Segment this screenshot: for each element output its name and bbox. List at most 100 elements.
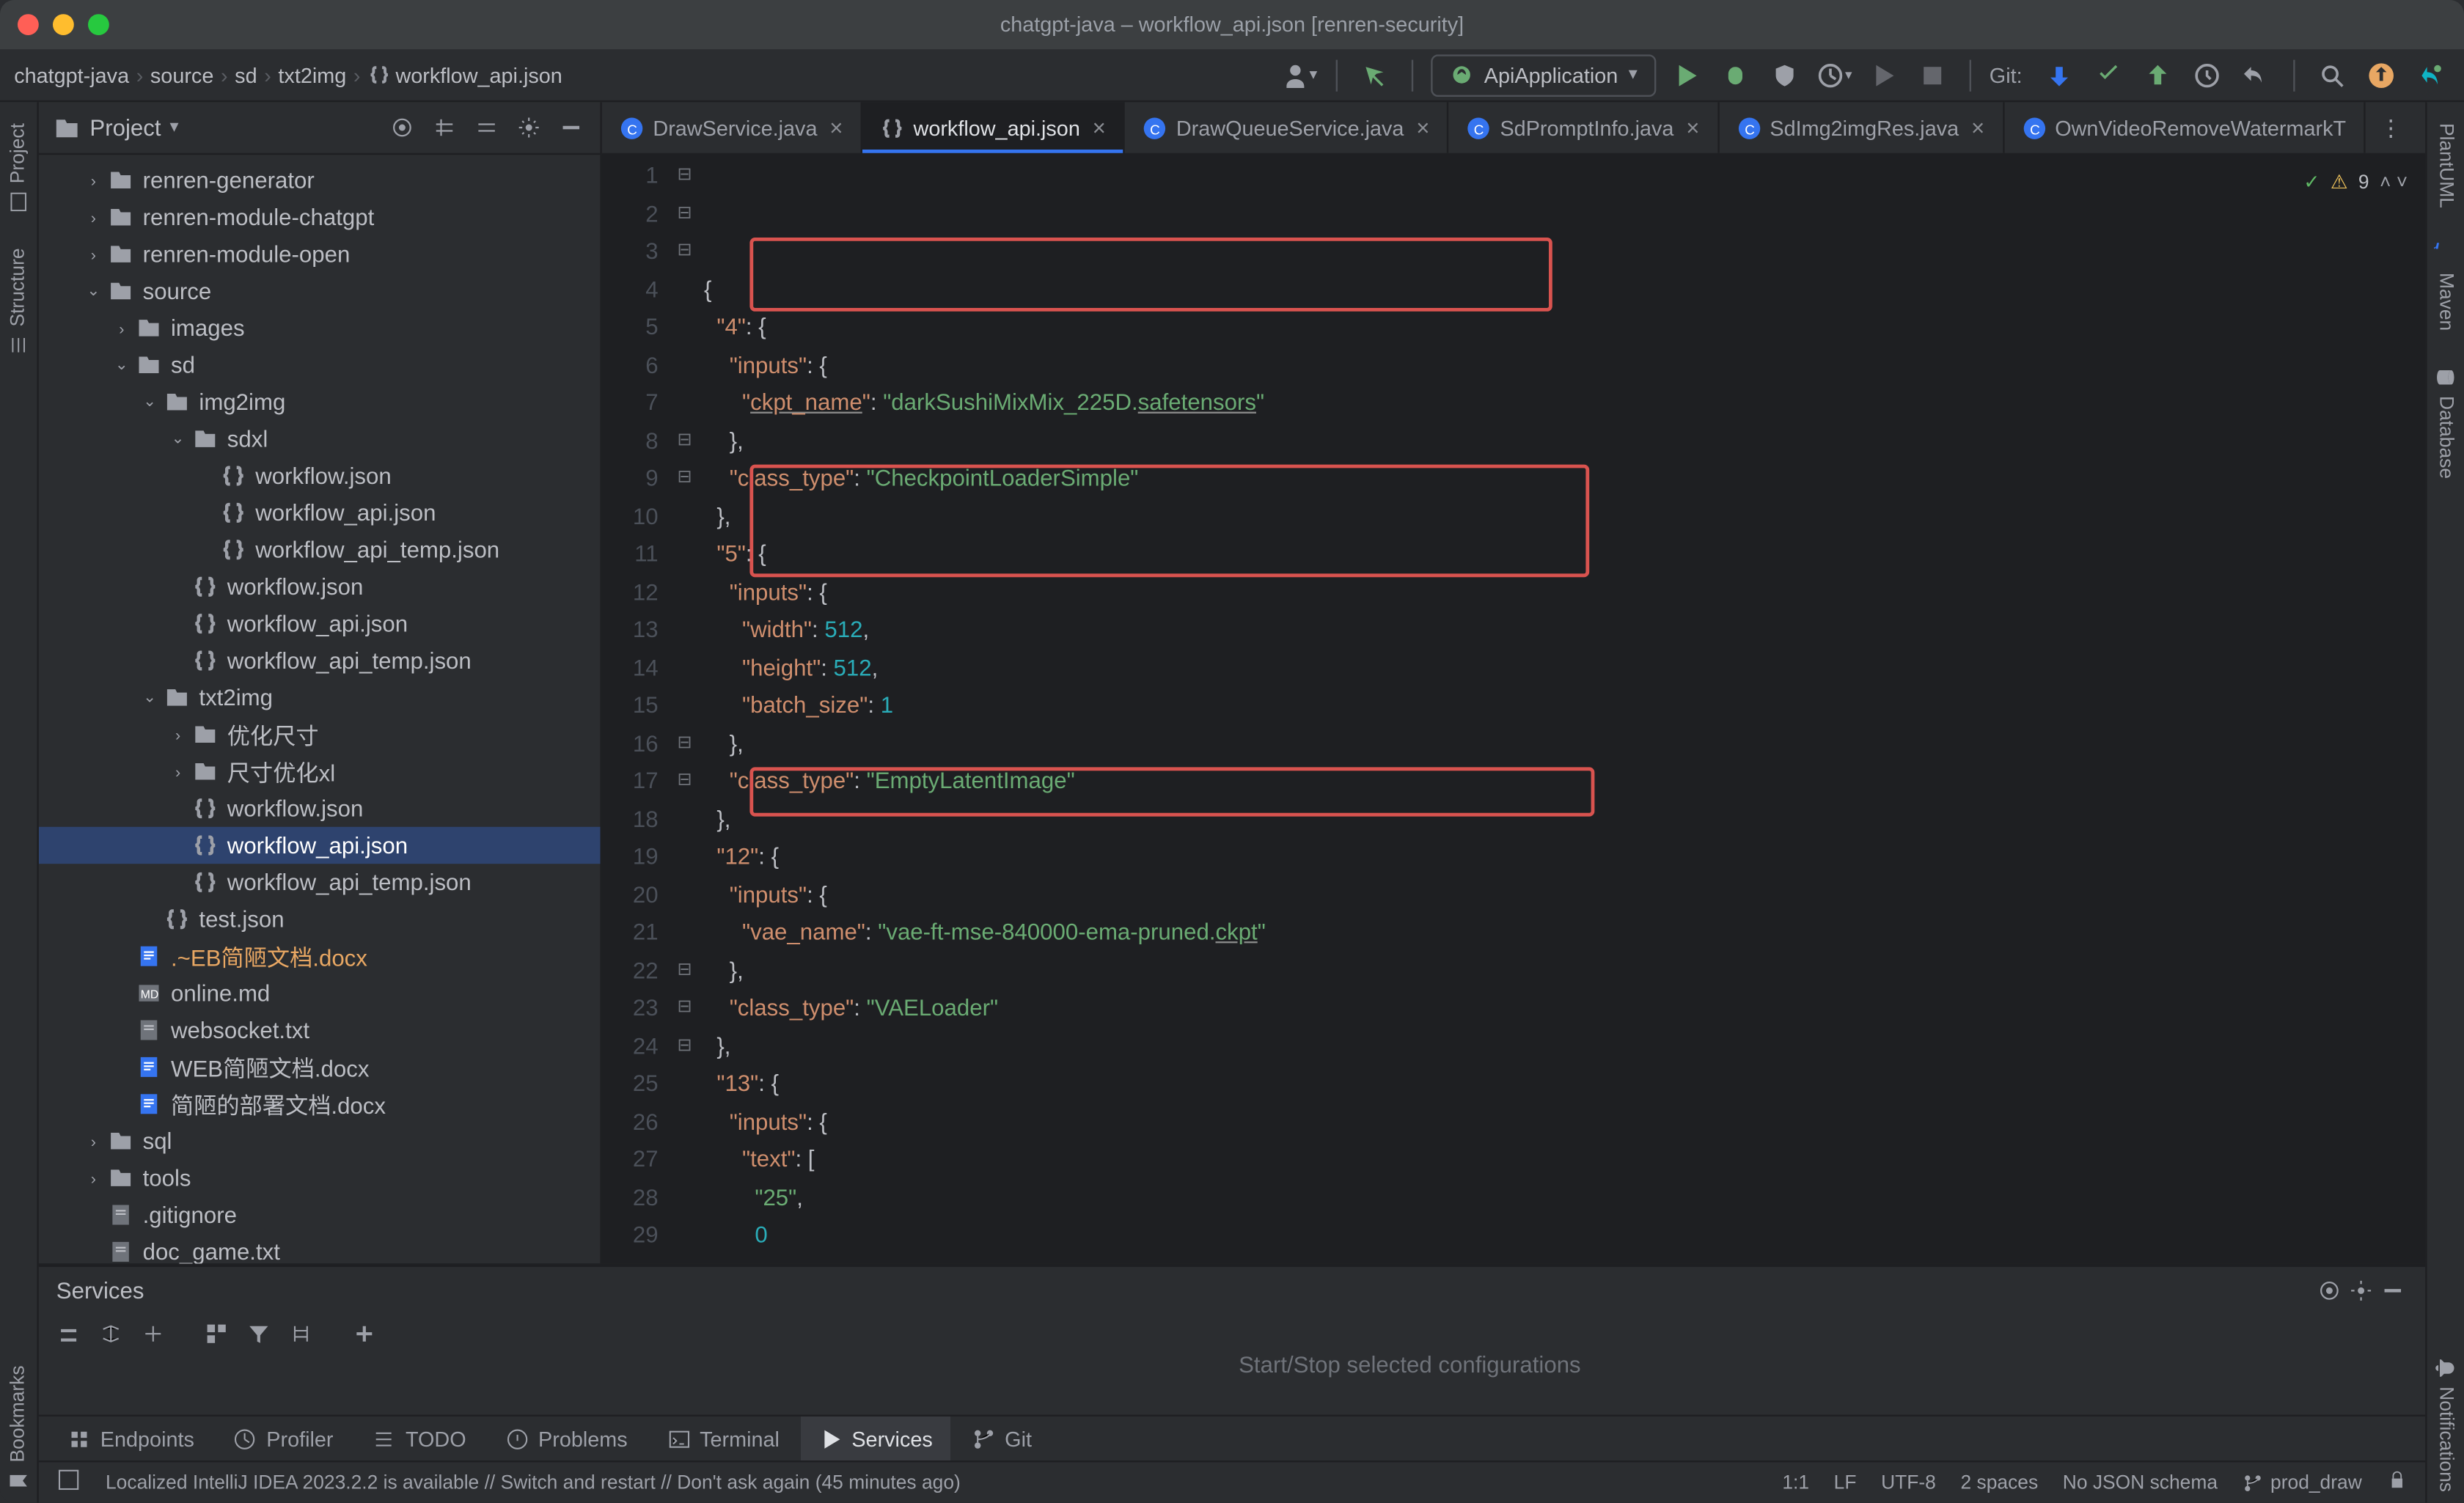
fold-marker[interactable]: ⊟: [672, 194, 697, 232]
tree-row[interactable]: ›renren-module-chatgpt: [39, 199, 601, 235]
fold-marker[interactable]: ⊟: [672, 232, 697, 271]
editor-tab[interactable]: CSdPromptInfo.java×: [1449, 102, 1719, 153]
tree-row[interactable]: ›优化尺寸: [39, 716, 601, 753]
status-message[interactable]: Localized IntelliJ IDEA 2023.2.2 is avai…: [106, 1472, 961, 1493]
services-filter-button[interactable]: [243, 1318, 274, 1350]
structure-tool-tab[interactable]: Structure: [4, 238, 34, 368]
code-area[interactable]: ✓ ⚠ 9 ˄ ˅ { "4": { "inputs": { "ckpt_nam…: [697, 155, 2425, 1263]
breadcrumbs[interactable]: chatgpt-java› source› sd› txt2img› workf…: [14, 62, 562, 87]
select-opened-file-button[interactable]: [386, 111, 417, 143]
tree-row[interactable]: ⌄source: [39, 273, 601, 309]
status-schema[interactable]: No JSON schema: [2063, 1472, 2218, 1493]
status-line-ending[interactable]: LF: [1834, 1472, 1857, 1493]
tree-row[interactable]: .~EB简陋文档.docx: [39, 938, 601, 974]
git-rollback-button[interactable]: [2237, 56, 2276, 95]
run-config-selector[interactable]: ApiApplication ▾: [1431, 54, 1657, 96]
maven-tool-tab[interactable]: mMaven: [2430, 233, 2460, 342]
status-lock-icon[interactable]: [2386, 1469, 2408, 1496]
window-minimize[interactable]: [53, 14, 74, 35]
tree-row[interactable]: workflow_api.json: [39, 494, 601, 531]
status-encoding[interactable]: UTF-8: [1881, 1472, 1936, 1493]
ide-update-button[interactable]: [2362, 56, 2401, 95]
expand-all-button[interactable]: [428, 111, 459, 143]
notifications-tool-tab[interactable]: Notifications: [2430, 1346, 2460, 1502]
git-history-button[interactable]: [2188, 56, 2226, 95]
tree-row[interactable]: workflow_api_temp.json: [39, 532, 601, 568]
tree-settings-button[interactable]: [512, 111, 543, 143]
services-add-button[interactable]: [348, 1318, 380, 1350]
tool-window-tab-problems[interactable]: Problems: [487, 1416, 645, 1460]
tree-row[interactable]: ⌄img2img: [39, 383, 601, 420]
stop-button[interactable]: [1914, 56, 1953, 95]
project-view-selector[interactable]: Project ▾: [53, 114, 179, 142]
close-tab-icon[interactable]: ×: [1686, 114, 1699, 141]
bookmarks-tool-tab[interactable]: Bookmarks: [4, 1355, 34, 1503]
search-everywhere-button[interactable]: [2313, 56, 2352, 95]
fold-marker[interactable]: ⊟: [672, 422, 697, 460]
status-git-branch[interactable]: prod_draw: [2243, 1472, 2362, 1493]
close-tab-icon[interactable]: ×: [1971, 114, 1984, 141]
code-with-me-button[interactable]: [2411, 56, 2450, 95]
tree-row[interactable]: ›renren-module-open: [39, 236, 601, 273]
services-hide-button[interactable]: [2376, 1274, 2408, 1306]
fold-marker[interactable]: ⊟: [672, 762, 697, 800]
inspection-widget[interactable]: ✓ ⚠ 9 ˄ ˅: [2303, 166, 2408, 204]
window-close[interactable]: [18, 14, 39, 35]
tabs-dropdown-icon[interactable]: ⋮: [2380, 114, 2402, 142]
tool-window-tab-terminal[interactable]: Terminal: [648, 1416, 796, 1460]
collapse-all-button[interactable]: [470, 111, 502, 143]
git-commit-button[interactable]: [2089, 56, 2128, 95]
fold-marker[interactable]: ⊟: [672, 989, 697, 1027]
tree-row[interactable]: workflow.json: [39, 457, 601, 494]
services-group-button[interactable]: [201, 1318, 232, 1350]
tool-window-tab-profiler[interactable]: Profiler: [216, 1416, 351, 1460]
fold-marker[interactable]: ⊟: [672, 1254, 697, 1263]
services-settings-button[interactable]: [2344, 1274, 2376, 1306]
tree-row[interactable]: workflow.json: [39, 790, 601, 827]
close-tab-icon[interactable]: ×: [829, 114, 843, 141]
run-coverage-button[interactable]: [1766, 56, 1805, 95]
fold-gutter[interactable]: ⊟⊟⊟⊟⊟⊟⊟⊟⊟⊟⊟: [672, 155, 697, 1263]
editor-tab[interactable]: CSdImg2imgRes.java×: [1719, 102, 2004, 153]
fold-marker[interactable]: ⊟: [672, 157, 697, 195]
plantuml-tool-tab[interactable]: PlantUML: [2432, 113, 2460, 219]
debug-button[interactable]: [1717, 56, 1756, 95]
git-update-button[interactable]: [2040, 56, 2079, 95]
breadcrumb-item[interactable]: sd: [235, 62, 257, 87]
tree-row[interactable]: ›images: [39, 309, 601, 346]
tree-row[interactable]: workflow.json: [39, 568, 601, 605]
tree-row[interactable]: test.json: [39, 901, 601, 938]
tree-row[interactable]: ⌄txt2img: [39, 679, 601, 716]
tree-row[interactable]: ›sql: [39, 1122, 601, 1159]
tree-row[interactable]: ⌄sdxl: [39, 421, 601, 457]
tree-row[interactable]: workflow_api.json: [39, 606, 601, 642]
editor-tab[interactable]: CDrawService.java×: [602, 102, 862, 153]
fold-marker[interactable]: ⊟: [672, 459, 697, 497]
tree-row[interactable]: workflow_api.json: [39, 827, 601, 864]
tool-window-tab-git[interactable]: Git: [954, 1416, 1049, 1460]
attach-button[interactable]: [1864, 56, 1903, 95]
tree-row[interactable]: doc_game.txt: [39, 1233, 601, 1263]
profiler-button[interactable]: ▾: [1815, 56, 1854, 95]
tree-row[interactable]: ›尺寸优化xl: [39, 753, 601, 790]
add-configuration-button[interactable]: ▾: [1280, 56, 1319, 95]
tool-window-tab-todo[interactable]: TODO: [354, 1416, 483, 1460]
tool-window-tab-services[interactable]: Services: [801, 1416, 950, 1460]
fold-marker[interactable]: ⊟: [672, 1026, 697, 1065]
status-icon[interactable]: [56, 1468, 81, 1498]
fold-marker[interactable]: ⊟: [672, 951, 697, 989]
breadcrumb-item[interactable]: source: [150, 62, 213, 87]
status-position[interactable]: 1:1: [1782, 1472, 1809, 1493]
breadcrumb-item[interactable]: chatgpt-java: [14, 62, 129, 87]
tree-row[interactable]: 简陋的部署文档.docx: [39, 1086, 601, 1122]
fold-marker[interactable]: ⊟: [672, 724, 697, 762]
editor-tab[interactable]: workflow_api.json×: [862, 102, 1125, 153]
hide-button[interactable]: [554, 111, 586, 143]
run-button[interactable]: [1668, 56, 1706, 95]
tree-row[interactable]: ⌄sd: [39, 347, 601, 383]
tool-window-tab-endpoints[interactable]: Endpoints: [49, 1416, 212, 1460]
window-zoom[interactable]: [88, 14, 109, 35]
project-tool-tab[interactable]: Project: [4, 113, 34, 224]
tree-row[interactable]: websocket.txt: [39, 1012, 601, 1048]
status-indent[interactable]: 2 spaces: [1960, 1472, 2038, 1493]
